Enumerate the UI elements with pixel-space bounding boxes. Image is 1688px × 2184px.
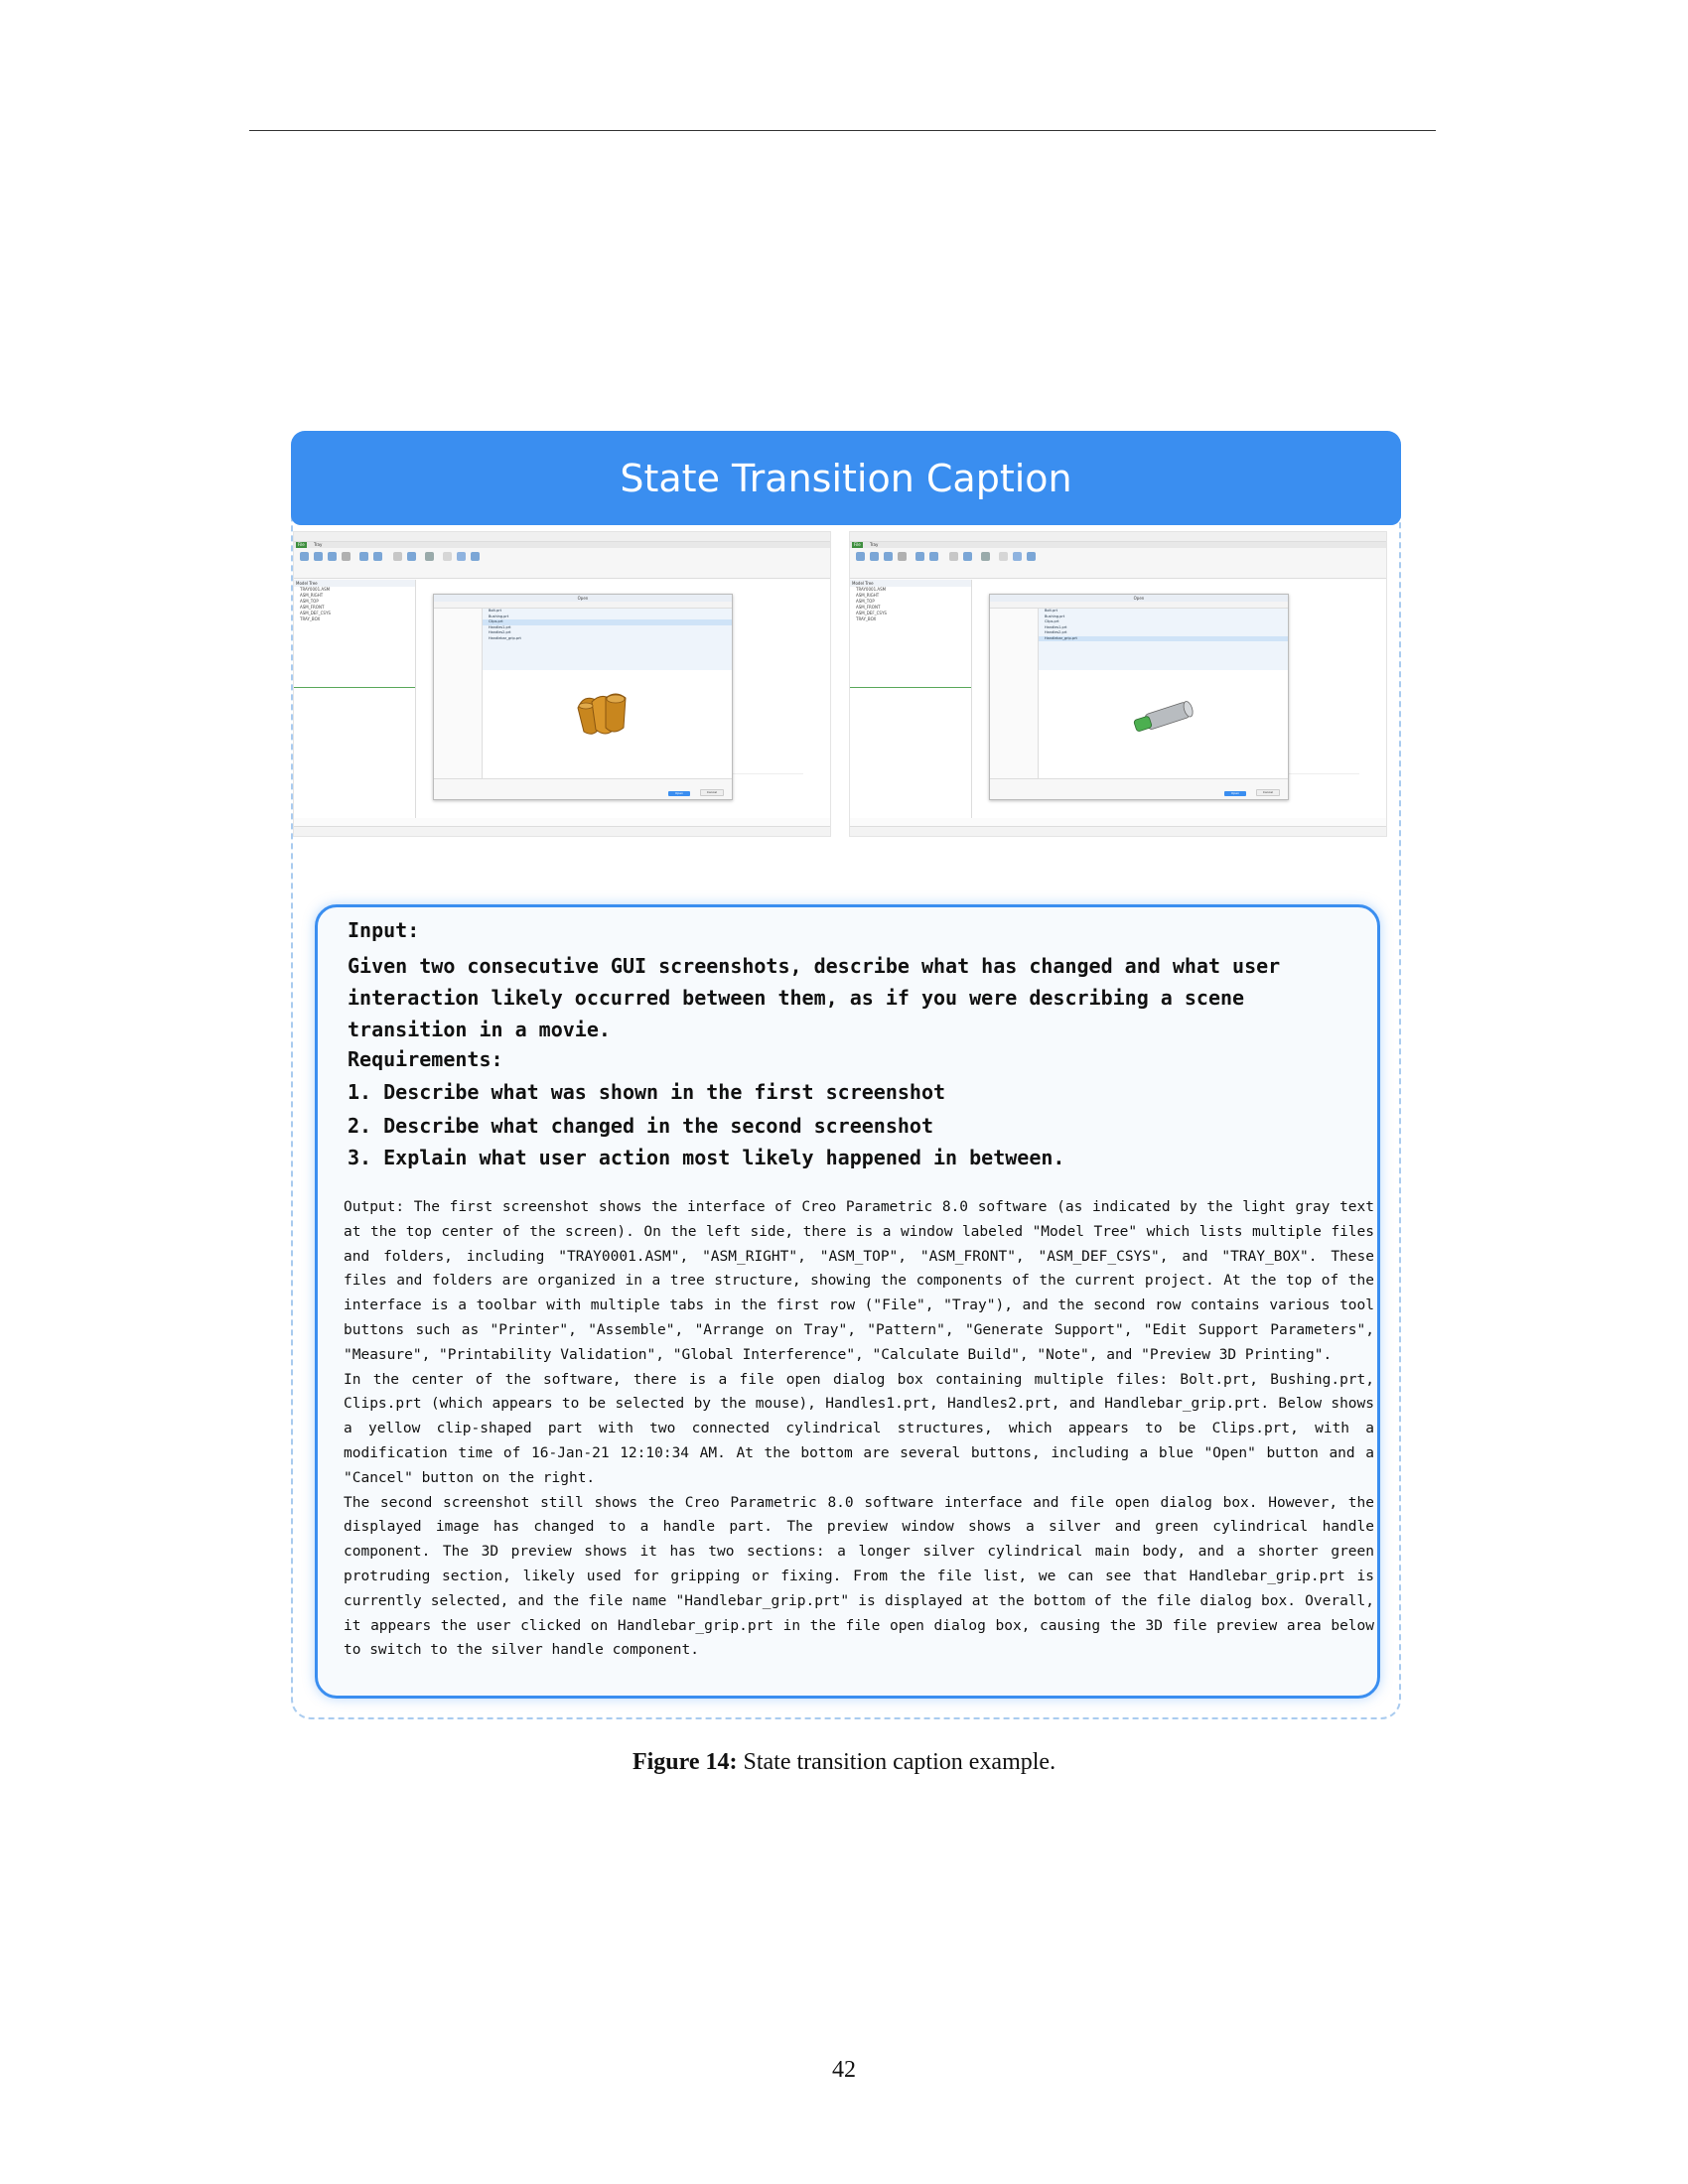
calculate-icon[interactable] xyxy=(443,552,452,561)
model-tree: Model Tree TRAY0001.ASM ASM_RIGHT ASM_TO… xyxy=(850,580,972,818)
screenshot-after: File Tray Model Tree TRAY0001.ASM ASM_RI… xyxy=(849,531,1387,837)
note-icon[interactable] xyxy=(1013,552,1022,561)
printer-icon[interactable] xyxy=(856,552,865,561)
interference-icon[interactable] xyxy=(425,552,434,561)
handlebar-part-preview xyxy=(1133,701,1194,732)
dialog-file-list: Bolt.prt Bushing.prt Clips.prt Handles1.… xyxy=(1039,609,1288,670)
tree-divider xyxy=(294,687,415,688)
handlebar-grip-icon xyxy=(1133,701,1194,732)
output-text: Output: The first screenshot shows the i… xyxy=(344,1195,1374,1663)
cancel-button[interactable]: Cancel xyxy=(700,789,724,796)
model-tree: Model Tree TRAY0001.ASM ASM_RIGHT ASM_TO… xyxy=(294,580,416,818)
file-preview xyxy=(483,672,732,771)
dialog-title: Open xyxy=(434,595,732,602)
input-label: Input: xyxy=(348,918,420,942)
file-preview xyxy=(1039,672,1288,771)
printer-icon[interactable] xyxy=(300,552,309,561)
figure-label: Figure 14: xyxy=(632,1749,738,1775)
dialog-path-bar[interactable] xyxy=(990,602,1288,609)
file-item[interactable]: Handlebar_grip.prt xyxy=(483,636,732,642)
note-icon[interactable] xyxy=(457,552,466,561)
output-paragraph: In the center of the software, there is … xyxy=(344,1371,1374,1486)
edit-support-icon[interactable] xyxy=(373,552,382,561)
dialog-path-bar[interactable] xyxy=(434,602,732,609)
dialog-title: Open xyxy=(990,595,1288,602)
measure-icon[interactable] xyxy=(393,552,402,561)
clips-part-preview xyxy=(577,693,627,735)
cancel-button[interactable]: Cancel xyxy=(1256,789,1280,796)
status-bar xyxy=(294,826,830,836)
input-prompt: Given two consecutive GUI screenshots, d… xyxy=(348,954,1281,1041)
assemble-icon[interactable] xyxy=(314,552,323,561)
requirements-label: Requirements: xyxy=(348,1047,503,1071)
status-bar xyxy=(850,826,1386,836)
tree-item[interactable]: TRAY_BOX xyxy=(850,616,971,622)
dialog-folder-pane xyxy=(434,609,483,779)
screenshot-before: File Tray Model Tree TRAY0001.ASM ASM_RI… xyxy=(293,531,831,837)
figure-caption-text: State transition caption example. xyxy=(743,1749,1056,1775)
requirement-item: 1. Describe what was shown in the first … xyxy=(348,1080,946,1104)
pattern-icon[interactable] xyxy=(898,552,907,561)
dialog-folder-pane xyxy=(990,609,1039,779)
calculate-icon[interactable] xyxy=(999,552,1008,561)
clips-part-icon xyxy=(577,693,627,735)
tree-divider xyxy=(850,687,971,688)
output-paragraph: The second screenshot still shows the Cr… xyxy=(344,1494,1374,1659)
requirement-item: 3. Explain what user action most likely … xyxy=(348,1146,1065,1169)
preview-3d-icon[interactable] xyxy=(471,552,480,561)
dialog-footer: Open Cancel xyxy=(434,778,732,799)
arrange-icon[interactable] xyxy=(884,552,893,561)
generate-support-icon[interactable] xyxy=(915,552,924,561)
generate-support-icon[interactable] xyxy=(359,552,368,561)
ribbon-toolbar xyxy=(850,548,1386,579)
figure-caption: Figure 14: State transition caption exam… xyxy=(0,1749,1688,1776)
pattern-icon[interactable] xyxy=(342,552,351,561)
validation-icon[interactable] xyxy=(407,552,416,561)
file-item-selected[interactable]: Handlebar_grip.prt xyxy=(1039,635,1288,641)
open-button[interactable]: Open xyxy=(1224,791,1246,796)
open-button[interactable]: Open xyxy=(668,791,690,796)
assemble-icon[interactable] xyxy=(870,552,879,561)
arrange-icon[interactable] xyxy=(328,552,337,561)
dialog-footer: Open Cancel xyxy=(990,778,1288,799)
dialog-file-list: Bolt.prt Bushing.prt Clips.prt Handles1.… xyxy=(483,609,732,670)
open-dialog: Open Bolt.prt Bushing.prt Clips.prt Hand… xyxy=(989,594,1289,800)
requirement-item: 2. Describe what changed in the second s… xyxy=(348,1114,934,1138)
tree-item[interactable]: TRAY_BOX xyxy=(294,616,415,622)
preview-3d-icon[interactable] xyxy=(1027,552,1036,561)
ribbon-toolbar xyxy=(294,548,830,579)
header-rule xyxy=(249,130,1436,131)
edit-support-icon[interactable] xyxy=(929,552,938,561)
validation-icon[interactable] xyxy=(963,552,972,561)
model-tree-header: Model Tree xyxy=(294,580,415,587)
open-dialog: Open Bolt.prt Bushing.prt Clips.prt Hand… xyxy=(433,594,733,800)
output-paragraph: Output: The first screenshot shows the i… xyxy=(344,1199,1374,1363)
app-titlebar xyxy=(850,532,1386,542)
page-number: 42 xyxy=(832,2057,856,2083)
interference-icon[interactable] xyxy=(981,552,990,561)
measure-icon[interactable] xyxy=(949,552,958,561)
app-titlebar xyxy=(294,532,830,542)
model-tree-header: Model Tree xyxy=(850,580,971,587)
card-title: State Transition Caption xyxy=(291,431,1401,525)
